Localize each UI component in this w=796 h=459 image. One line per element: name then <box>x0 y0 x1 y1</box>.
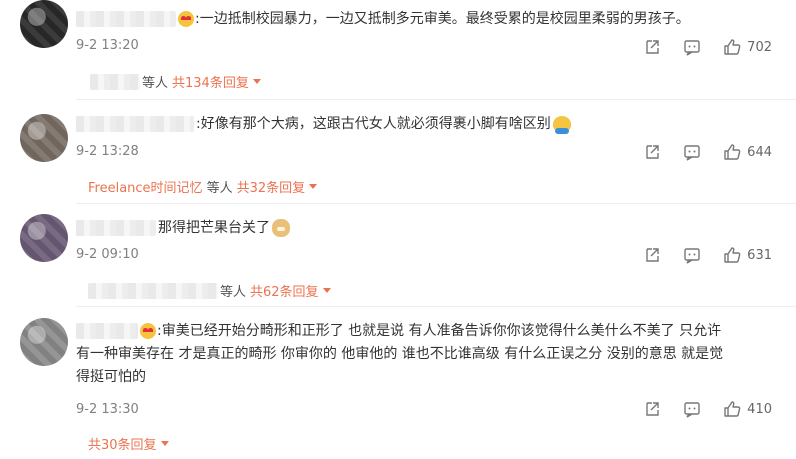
divider <box>76 99 796 100</box>
view-replies-link[interactable]: 共30条回复 <box>88 434 169 453</box>
comment-button[interactable] <box>683 143 701 161</box>
like-count: 644 <box>747 144 772 160</box>
timestamp: 9-2 13:28 <box>76 144 139 159</box>
comment-actions: 631 <box>621 245 772 265</box>
like-count: 410 <box>747 401 772 417</box>
caret-down-icon <box>252 79 261 84</box>
heart-eyes-emoji-icon <box>178 11 194 27</box>
comment-button[interactable] <box>683 246 701 264</box>
comment-button[interactable] <box>683 400 701 418</box>
reply-summary: 等人 共62条回复 <box>76 281 331 300</box>
comment-text: :一边抵制校园暴力，一边又抵制多元审美。最终受累的是校园里柔弱的男孩子。 <box>76 8 776 30</box>
timestamp: 9-2 13:30 <box>76 402 139 417</box>
comment-text: 那得把芒果台关了 <box>76 217 776 239</box>
divider <box>76 306 796 307</box>
comment-icon <box>684 402 700 418</box>
doge-emoji-icon <box>272 219 290 237</box>
share-button[interactable] <box>643 246 661 264</box>
comment-icon <box>684 145 700 161</box>
username-masked[interactable] <box>88 282 218 299</box>
caret-down-icon <box>322 288 331 293</box>
share-button[interactable] <box>643 400 661 418</box>
avatar[interactable] <box>20 114 68 162</box>
timestamp: 9-2 09:10 <box>76 247 139 262</box>
share-icon <box>646 145 659 159</box>
comment-actions: 410 <box>621 399 772 419</box>
reply-username-link[interactable]: Freelance时间记忆 <box>88 177 203 196</box>
thumbs-up-icon <box>724 144 741 160</box>
avatar[interactable] <box>20 0 68 48</box>
comment-text: :好像有那个大病，这跟古代女人就必须得裹小脚有啥区别 <box>76 113 776 135</box>
username-masked[interactable] <box>90 73 140 90</box>
like-button[interactable]: 410 <box>723 400 772 418</box>
comment-actions: 644 <box>621 142 772 162</box>
caret-down-icon <box>309 184 318 189</box>
share-button[interactable] <box>643 143 661 161</box>
comment-actions: 702 <box>621 37 772 57</box>
view-replies-link[interactable]: 共62条回复 <box>250 281 331 300</box>
thumbs-up-icon <box>724 401 741 417</box>
comment-text-line: 得挺可怕的 <box>76 369 146 385</box>
comment-button[interactable] <box>683 38 701 56</box>
reply-summary: Freelance时间记忆 等人 共32条回复 <box>76 177 318 196</box>
like-button[interactable]: 702 <box>723 38 772 56</box>
thumbs-up-icon <box>724 39 741 55</box>
comment-icon <box>684 40 700 56</box>
comment-text-line: 有一种审美存在 才是真正的畸形 你审你的 他审他的 谁也不比谁高级 有什么正误之… <box>76 346 724 362</box>
username-masked[interactable] <box>76 11 176 27</box>
share-icon <box>646 402 659 416</box>
avatar[interactable] <box>20 318 68 366</box>
caret-down-icon <box>160 441 169 446</box>
username-masked[interactable] <box>76 220 156 236</box>
like-button[interactable]: 631 <box>723 246 772 264</box>
share-icon <box>646 40 659 54</box>
username-masked[interactable] <box>76 323 138 339</box>
comment-icon <box>684 248 700 264</box>
share-icon <box>646 248 659 262</box>
reply-summary: 等人 共134条回复 <box>76 72 261 91</box>
thumbs-up-icon <box>724 247 741 263</box>
like-count: 631 <box>747 247 772 263</box>
divider <box>76 203 796 204</box>
share-button[interactable] <box>643 38 661 56</box>
avatar[interactable] <box>20 214 68 262</box>
comment-text: :审美已经开始分畸形和正形了 也就是说 有人准备告诉你你该觉得什么美什么不美了 … <box>76 320 776 342</box>
timestamp: 9-2 13:20 <box>76 38 139 53</box>
hug-emoji-icon <box>552 116 571 134</box>
view-replies-link[interactable]: 共32条回复 <box>237 177 318 196</box>
heart-eyes-emoji-icon <box>140 323 156 339</box>
reply-summary: 共30条回复 <box>76 434 169 453</box>
username-masked[interactable] <box>76 116 194 132</box>
like-count: 702 <box>747 39 772 55</box>
view-replies-link[interactable]: 共134条回复 <box>172 72 261 91</box>
like-button[interactable]: 644 <box>723 143 772 161</box>
